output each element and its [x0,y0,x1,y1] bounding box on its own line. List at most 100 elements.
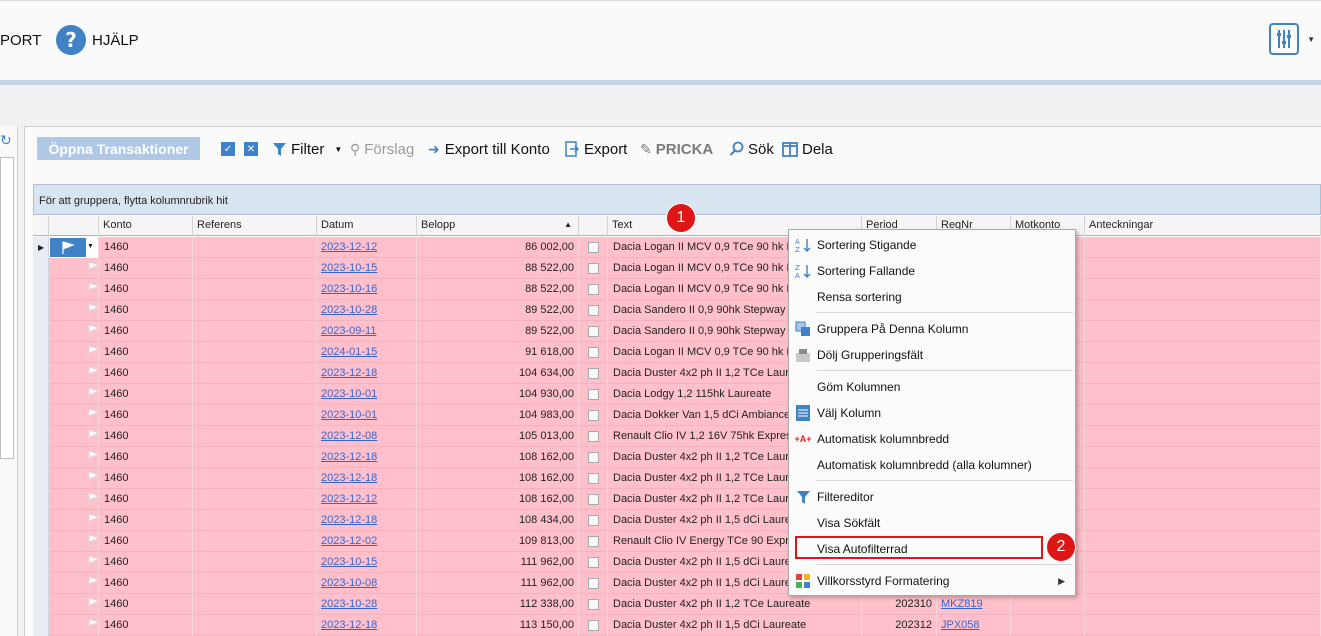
export-till-konto-button[interactable]: ➜ Export till Konto [428,139,550,159]
flag-cell[interactable] [49,321,99,342]
datum-link[interactable]: 2023-10-28 [317,300,417,321]
flag-cell[interactable] [49,573,99,594]
datum-link[interactable]: 2023-12-12 [317,237,417,258]
menu-item-sort-ascending[interactable]: AZ Sortering Stigande [789,232,1075,258]
checkbox-cell[interactable] [579,405,608,426]
menu-item-column-chooser[interactable]: Välj Kolumn [789,400,1075,426]
row-checkbox[interactable] [588,494,599,505]
datum-link[interactable]: 2023-10-08 [317,573,417,594]
menu-item-best-fit[interactable]: +A+ Automatisk kolumnbredd [789,426,1075,452]
checkbox-cell[interactable] [579,510,608,531]
sok-button[interactable]: Sök [729,139,774,159]
flag-dropdown-icon[interactable]: ▼ [87,243,94,250]
checkbox-cell[interactable] [579,447,608,468]
checkbox-cell[interactable] [579,468,608,489]
row-indicator[interactable] [33,363,49,384]
table-row[interactable]: ▶ ▼ 1460 2023-12-12 86 002,00 Dacia Logan II … [33,237,1321,258]
menu-item-clear-sort[interactable]: Rensa sortering [789,284,1075,310]
table-row[interactable]: 1460 2023-12-18 104 634,00 Dacia Duster 4x2… [33,363,1321,384]
checkbox-cell[interactable] [579,363,608,384]
flag-cell[interactable] [49,384,99,405]
row-checkbox[interactable] [588,284,599,295]
row-indicator[interactable] [33,405,49,426]
table-row[interactable]: 1460 2023-10-08 111 962,00 Dacia Duster 4x2… [33,573,1321,594]
row-indicator[interactable] [33,531,49,552]
checkbox-cell[interactable] [579,594,608,615]
flag-cell[interactable] [49,405,99,426]
row-indicator[interactable] [33,510,49,531]
settings-dropdown-caret-icon[interactable]: ▼ [1307,35,1315,44]
menu-item-hide-column[interactable]: Göm Kolumnen [789,374,1075,400]
checkbox-cell[interactable] [579,237,608,258]
menu-item-conditional-formatting[interactable]: Villkorsstyrd Formatering ▶ [789,568,1075,594]
flag-cell[interactable] [49,552,99,573]
flag-column-header[interactable] [49,216,99,236]
datum-link[interactable]: 2023-12-12 [317,489,417,510]
export-ribbon-button[interactable]: PORT [0,25,41,55]
datum-link[interactable]: 2023-12-18 [317,615,417,636]
datum-link[interactable]: 2023-10-15 [317,258,417,279]
datum-link[interactable]: 2023-10-16 [317,279,417,300]
row-checkbox[interactable] [588,431,599,442]
row-indicator[interactable] [33,300,49,321]
flag-cell[interactable] [49,594,99,615]
row-checkbox[interactable] [588,515,599,526]
help-button[interactable]: ? HJÄLP [56,25,139,55]
refresh-icon[interactable]: ↻ [0,132,12,149]
menu-item-sort-descending[interactable]: ZA Sortering Fallande [789,258,1075,284]
row-checkbox[interactable] [588,410,599,421]
checkbox-cell[interactable] [579,573,608,594]
table-row[interactable]: 1460 2023-10-28 112 338,00 Dacia Duster 4x2… [33,594,1321,615]
export-button[interactable]: Export [565,139,627,159]
row-checkbox[interactable] [588,368,599,379]
row-checkbox[interactable] [588,473,599,484]
table-row[interactable]: 1460 2024-01-15 91 618,00 Dacia Logan II MC… [33,342,1321,363]
row-checkbox[interactable] [588,305,599,316]
row-indicator[interactable] [33,615,49,636]
table-row[interactable]: 1460 2023-10-15 88 522,00 Dacia Logan II MC… [33,258,1321,279]
row-indicator[interactable]: ▶ [33,237,49,258]
column-header-referens[interactable]: Referens [193,216,317,236]
checkbox-cell[interactable] [579,321,608,342]
settings-button[interactable] [1269,23,1299,55]
row-checkbox[interactable] [588,557,599,568]
column-header-konto[interactable]: Konto [99,216,193,236]
table-row[interactable]: 1460 2023-09-11 89 522,00 Dacia Sandero II … [33,321,1321,342]
menu-item-hide-group-panel[interactable]: Dölj Grupperingsfält [789,342,1075,368]
datum-link[interactable]: 2023-12-18 [317,510,417,531]
regnr-link[interactable]: MKZ819 [937,594,1011,615]
row-indicator[interactable] [33,426,49,447]
row-indicator[interactable] [33,258,49,279]
column-header-belopp[interactable]: Belopp ▲ [417,216,579,236]
checkbox-cell[interactable] [579,426,608,447]
flag-cell[interactable] [49,426,99,447]
datum-link[interactable]: 2023-12-18 [317,363,417,384]
filter-dropdown-icon[interactable]: ▼ [334,145,342,154]
checkbox-cell[interactable] [579,279,608,300]
table-row[interactable]: 1460 2023-12-18 108 162,00 Dacia Duster 4x2… [33,468,1321,489]
row-indicator[interactable] [33,594,49,615]
table-row[interactable]: 1460 2023-10-15 111 962,00 Dacia Duster 4x2… [33,552,1321,573]
row-indicator[interactable] [33,384,49,405]
checkbox-cell[interactable] [579,258,608,279]
row-checkbox[interactable] [588,326,599,337]
flag-cell[interactable] [49,279,99,300]
flag-cell[interactable] [49,342,99,363]
flag-cell[interactable]: ▼ [49,237,99,258]
datum-link[interactable]: 2024-01-15 [317,342,417,363]
table-row[interactable]: 1460 2023-12-12 108 162,00 Dacia Duster 4x2… [33,489,1321,510]
column-header-datum[interactable]: Datum [317,216,417,236]
flag-cell[interactable] [49,468,99,489]
row-indicator[interactable] [33,552,49,573]
deselect-all-checkbox[interactable]: ✕ [244,139,258,159]
column-header-anteckningar[interactable]: Anteckningar [1085,216,1321,236]
datum-link[interactable]: 2023-10-01 [317,405,417,426]
table-row[interactable]: 1460 2023-12-18 108 434,00 Dacia Duster 4x2… [33,510,1321,531]
table-row[interactable]: 1460 2023-10-01 104 983,00 Dacia Dokker Van… [33,405,1321,426]
checkbox-cell[interactable] [579,552,608,573]
flag-cell[interactable] [49,300,99,321]
table-row[interactable]: 1460 2023-10-01 104 930,00 Dacia Lodgy 1,2 … [33,384,1321,405]
flag-cell[interactable] [49,510,99,531]
flag-cell[interactable] [49,615,99,636]
datum-link[interactable]: 2023-10-15 [317,552,417,573]
